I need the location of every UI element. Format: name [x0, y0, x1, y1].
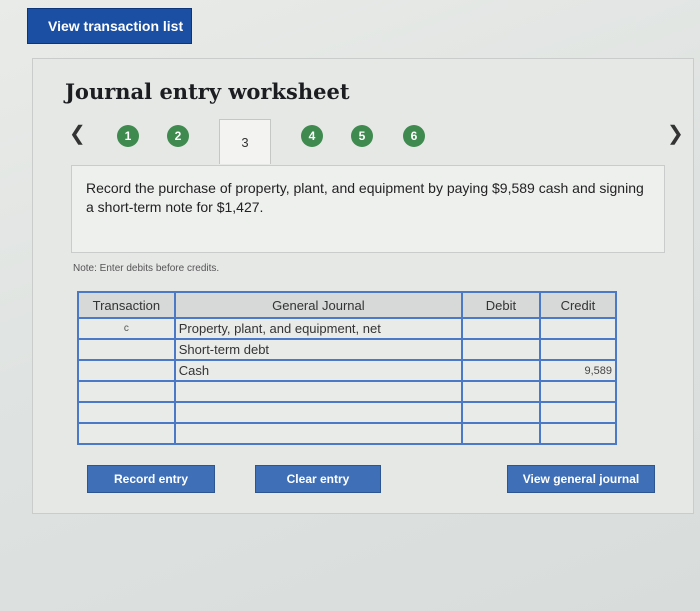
table-row: c Property, plant, and equipment, net — [77, 317, 618, 340]
debit-input[interactable] — [461, 380, 541, 403]
transaction-header: Transaction — [77, 291, 176, 319]
debit-input[interactable] — [461, 359, 541, 382]
account-cell[interactable]: Property, plant, and equipment, net — [173, 317, 464, 340]
debit-input[interactable] — [461, 401, 541, 424]
credit-input[interactable] — [538, 422, 618, 445]
account-cell[interactable] — [173, 422, 464, 445]
debit-input[interactable] — [461, 338, 541, 361]
step-5-button[interactable]: 5 — [351, 125, 373, 147]
transaction-cell[interactable] — [77, 338, 176, 361]
account-cell[interactable]: Short-term debt — [173, 338, 464, 361]
transaction-cell[interactable] — [77, 359, 176, 382]
credit-header: Credit — [538, 291, 618, 319]
account-cell[interactable]: Cash — [173, 359, 464, 382]
transaction-description: Record the purchase of property, plant, … — [71, 165, 665, 253]
table-row — [77, 422, 618, 445]
credit-input[interactable] — [538, 317, 618, 340]
general-journal-header: General Journal — [173, 291, 464, 319]
step-3-tab-active[interactable]: 3 — [219, 119, 271, 164]
clear-entry-button[interactable]: Clear entry — [255, 465, 381, 493]
view-transaction-list-button[interactable]: View transaction list — [27, 8, 192, 44]
journal-entry-worksheet-panel: Journal entry worksheet ❮ 1 2 3 4 5 6 ❯ … — [32, 58, 694, 514]
transaction-cell[interactable] — [77, 380, 176, 403]
credit-input[interactable] — [538, 401, 618, 424]
step-1-button[interactable]: 1 — [117, 125, 139, 147]
transaction-cell[interactable]: c — [77, 317, 176, 340]
debit-input[interactable] — [461, 422, 541, 445]
step-2-button[interactable]: 2 — [167, 125, 189, 147]
step-6-button[interactable]: 6 — [403, 125, 425, 147]
table-row — [77, 401, 618, 424]
debits-note: Note: Enter debits before credits. — [73, 263, 220, 274]
table-row: Cash 9,589 — [77, 359, 618, 382]
credit-input[interactable] — [538, 380, 618, 403]
journal-header-row: Transaction General Journal Debit Credit — [77, 291, 618, 319]
view-general-journal-button[interactable]: View general journal — [507, 465, 655, 493]
table-row: Short-term debt — [77, 338, 618, 361]
account-cell[interactable] — [173, 380, 464, 403]
transaction-cell[interactable] — [77, 401, 176, 424]
debit-header: Debit — [461, 291, 541, 319]
worksheet-title: Journal entry worksheet — [65, 79, 350, 104]
record-entry-button[interactable]: Record entry — [87, 465, 215, 493]
next-arrow-icon[interactable]: ❯ — [667, 121, 684, 146]
credit-input[interactable] — [538, 338, 618, 361]
previous-arrow-icon[interactable]: ❮ — [69, 121, 86, 146]
debit-input[interactable] — [461, 317, 541, 340]
table-row — [77, 380, 618, 403]
journal-table: Transaction General Journal Debit Credit… — [77, 291, 618, 445]
transaction-cell[interactable] — [77, 422, 176, 445]
credit-input[interactable]: 9,589 — [538, 359, 618, 382]
account-cell[interactable] — [173, 401, 464, 424]
step-4-button[interactable]: 4 — [301, 125, 323, 147]
